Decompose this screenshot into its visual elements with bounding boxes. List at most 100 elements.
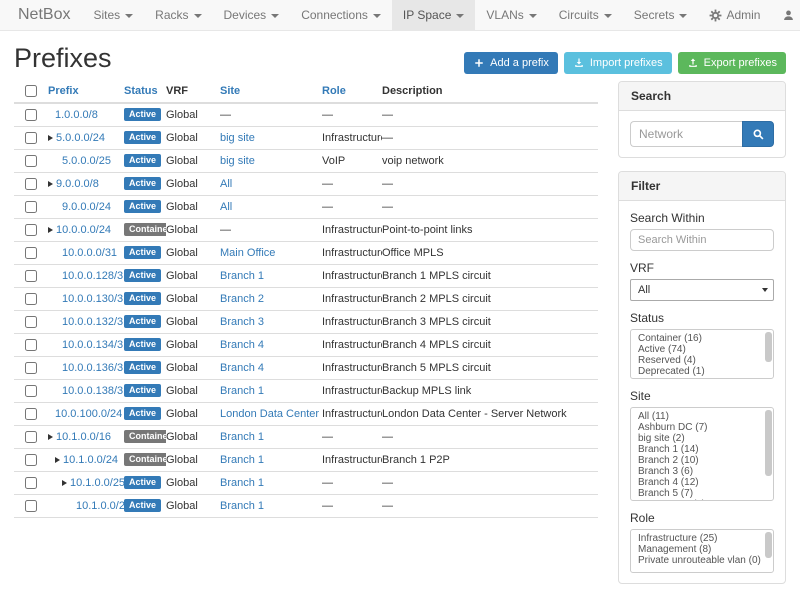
site-link[interactable]: Branch 3 [220, 316, 264, 328]
nav-item-sites[interactable]: Sites [82, 0, 144, 30]
import-prefixes-button[interactable]: Import prefixes [564, 52, 672, 74]
listbox-option[interactable]: Reserved (4) [631, 355, 773, 366]
prefix-link[interactable]: 10.0.100.0/24 [55, 408, 122, 420]
site-filter-listbox[interactable]: All (11)Ashburn DC (7)big site (2)Branch… [630, 407, 774, 501]
sort-link-prefix[interactable]: Prefix [48, 85, 79, 97]
site-link[interactable]: All [220, 178, 232, 190]
site-link[interactable]: London Data Center [220, 408, 319, 420]
navbar-brand[interactable]: NetBox [6, 0, 82, 30]
nav-item-racks[interactable]: Racks [144, 0, 212, 30]
site-link[interactable]: Main Office [220, 247, 275, 259]
prefix-link[interactable]: 10.0.0.136/31 [62, 362, 124, 374]
site-link[interactable]: Branch 1 [220, 477, 264, 489]
row-checkbox[interactable] [25, 408, 37, 420]
search-input[interactable] [630, 121, 742, 147]
prefix-link[interactable]: 5.0.0.0/25 [62, 155, 111, 167]
row-checkbox[interactable] [25, 270, 37, 282]
nav-user-profile[interactable]: Profile [771, 0, 800, 30]
row-checkbox[interactable] [25, 224, 37, 236]
listbox-option[interactable]: Branch 1 (14) [631, 444, 773, 455]
site-link[interactable]: Branch 4 [220, 362, 264, 374]
nav-item-secrets[interactable]: Secrets [623, 0, 699, 30]
site-link[interactable]: Branch 1 [220, 385, 264, 397]
site-link[interactable]: All [220, 201, 232, 213]
listbox-option[interactable]: Private unrouteable vlan (0) [631, 555, 773, 566]
row-checkbox[interactable] [25, 132, 37, 144]
site-link[interactable]: Branch 1 [220, 454, 264, 466]
listbox-option[interactable]: COLO-1-2A (3) [631, 499, 773, 501]
prefix-link[interactable]: 10.1.0.0/24 [63, 454, 118, 466]
row-checkbox[interactable] [25, 109, 37, 121]
scrollbar-thumb[interactable] [765, 332, 772, 362]
row-checkbox[interactable] [25, 178, 37, 190]
prefix-link[interactable]: 9.0.0.0/8 [56, 178, 99, 190]
prefix-link[interactable]: 10.1.0.0/16 [56, 431, 111, 443]
prefix-link[interactable]: 10.1.0.0/26 [76, 500, 124, 512]
row-checkbox[interactable] [25, 431, 37, 443]
site-link[interactable]: Branch 1 [220, 500, 264, 512]
prefix-link[interactable]: 10.0.0.0/31 [62, 247, 117, 259]
nav-user-admin[interactable]: Admin [698, 0, 771, 30]
search-within-input[interactable] [630, 229, 774, 251]
row-checkbox[interactable] [25, 454, 37, 466]
row-checkbox[interactable] [25, 155, 37, 167]
listbox-option[interactable]: Infrastructure (25) [631, 533, 773, 544]
row-checkbox[interactable] [25, 385, 37, 397]
prefix-link[interactable]: 9.0.0.0/24 [62, 201, 111, 213]
row-checkbox[interactable] [25, 201, 37, 213]
row-checkbox[interactable] [25, 247, 37, 259]
nav-item-vlans[interactable]: VLANs [475, 0, 547, 30]
listbox-option[interactable]: Branch 3 (6) [631, 466, 773, 477]
scrollbar-thumb[interactable] [765, 410, 772, 476]
listbox-option[interactable]: Management (8) [631, 544, 773, 555]
listbox-option[interactable]: Branch 4 (12) [631, 477, 773, 488]
prefix-link[interactable]: 10.1.0.0/25 [70, 477, 124, 489]
prefix-link[interactable]: 10.0.0.134/31 [62, 339, 124, 351]
listbox-option[interactable]: All (11) [631, 411, 773, 422]
scrollbar-thumb[interactable] [765, 532, 772, 558]
row-checkbox[interactable] [25, 316, 37, 328]
site-label: Site [630, 389, 774, 403]
site-link[interactable]: Branch 2 [220, 293, 264, 305]
row-checkbox[interactable] [25, 339, 37, 351]
vrf-select[interactable]: All [630, 279, 774, 301]
site-cell: Branch 1 [220, 425, 322, 448]
nav-item-connections[interactable]: Connections [290, 0, 392, 30]
site-link[interactable]: Branch 1 [220, 270, 264, 282]
listbox-option[interactable]: Ashburn DC (7) [631, 422, 773, 433]
sort-link-site[interactable]: Site [220, 85, 240, 97]
export-prefixes-button[interactable]: Export prefixes [678, 52, 786, 74]
listbox-option[interactable]: big site (2) [631, 433, 773, 444]
prefix-link[interactable]: 10.0.0.0/24 [56, 224, 111, 236]
site-link[interactable]: Branch 1 [220, 431, 264, 443]
row-checkbox[interactable] [25, 500, 37, 512]
sort-link-role[interactable]: Role [322, 85, 346, 97]
prefix-link[interactable]: 1.0.0.0/8 [55, 109, 98, 121]
listbox-option[interactable]: Branch 5 (7) [631, 488, 773, 499]
status-filter-listbox[interactable]: Container (16)Active (74)Reserved (4)Dep… [630, 329, 774, 379]
site-link[interactable]: big site [220, 155, 255, 167]
role-filter-listbox[interactable]: Infrastructure (25)Management (8)Private… [630, 529, 774, 573]
select-all-checkbox[interactable] [25, 85, 37, 97]
row-checkbox[interactable] [25, 293, 37, 305]
prefix-link[interactable]: 10.0.0.130/31 [62, 293, 124, 305]
listbox-option[interactable]: Active (74) [631, 344, 773, 355]
prefix-link[interactable]: 10.0.0.128/31 [62, 270, 124, 282]
row-checkbox[interactable] [25, 362, 37, 374]
nav-item-ip-space[interactable]: IP Space [392, 0, 475, 30]
add-a-prefix-button[interactable]: Add a prefix [464, 52, 558, 74]
nav-item-circuits[interactable]: Circuits [548, 0, 623, 30]
prefix-link[interactable]: 5.0.0.0/24 [56, 132, 105, 144]
sort-link-status[interactable]: Status [124, 85, 158, 97]
listbox-option[interactable]: Branch 2 (10) [631, 455, 773, 466]
description-cell: — [382, 126, 598, 149]
prefix-link[interactable]: 10.0.0.138/31 [62, 385, 124, 397]
site-link[interactable]: Branch 4 [220, 339, 264, 351]
listbox-option[interactable]: Container (16) [631, 333, 773, 344]
nav-item-devices[interactable]: Devices [213, 0, 291, 30]
row-checkbox[interactable] [25, 477, 37, 489]
listbox-option[interactable]: Deprecated (1) [631, 366, 773, 377]
prefix-link[interactable]: 10.0.0.132/31 [62, 316, 124, 328]
site-link[interactable]: big site [220, 132, 255, 144]
search-button[interactable] [742, 121, 774, 147]
